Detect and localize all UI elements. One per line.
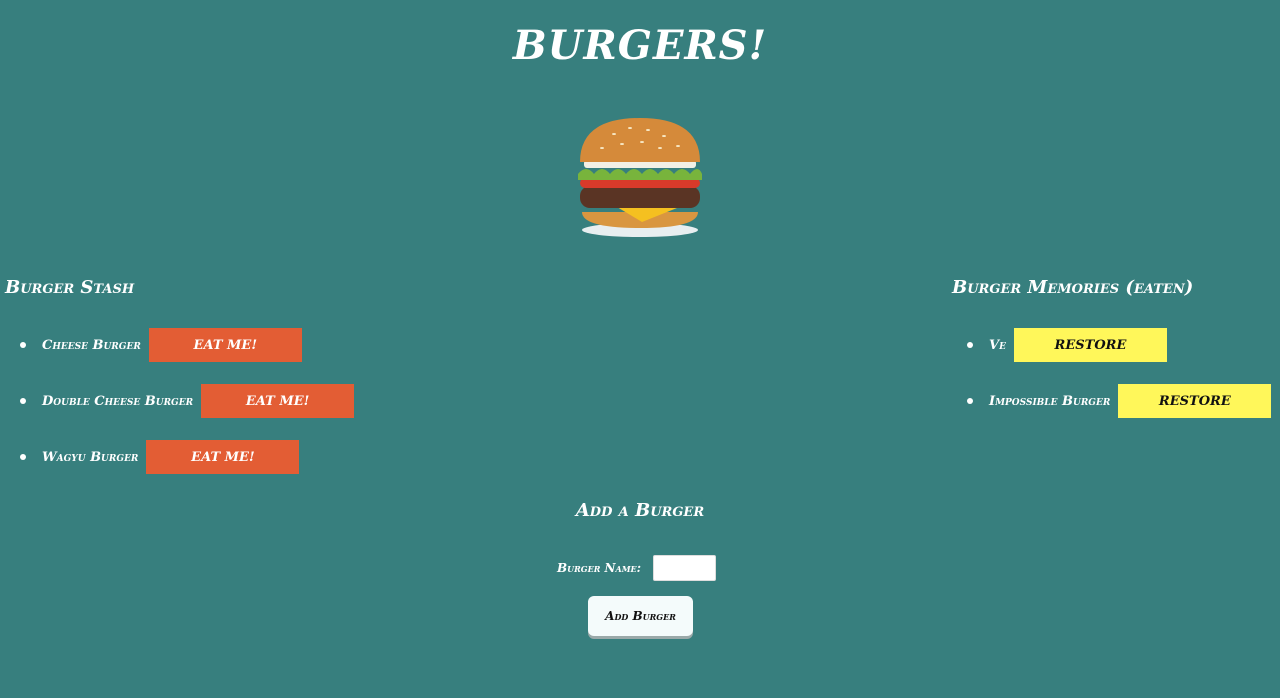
burger-stash-heading: Burger Stash <box>5 277 135 298</box>
bullet-icon <box>967 398 973 404</box>
stash-list-item: Wagyu Burger EAT ME! <box>20 440 354 474</box>
burger-name-input[interactable] <box>653 555 717 581</box>
restore-button[interactable]: RESTORE <box>1118 384 1272 418</box>
burger-name-label: Burger Name: <box>557 561 642 575</box>
stash-list-item: Cheese Burger EAT ME! <box>20 328 354 362</box>
eat-me-button[interactable]: EAT ME! <box>148 328 302 362</box>
stash-item-name: Wagyu Burger <box>42 449 139 465</box>
memories-item-name: Impossible Burger <box>989 393 1111 409</box>
bullet-icon <box>967 342 973 348</box>
restore-button[interactable]: RESTORE <box>1013 328 1167 362</box>
eat-me-button[interactable]: EAT ME! <box>146 440 300 474</box>
bullet-icon <box>20 342 26 348</box>
burger-memories-list: Ve RESTORE Impossible Burger RESTORE <box>967 328 1272 440</box>
bullet-icon <box>20 454 26 460</box>
add-burger-heading: Add a Burger <box>575 500 705 521</box>
stash-item-name: Double Cheese Burger <box>42 393 194 409</box>
burger-memories-heading: Burger Memories (eaten) <box>952 277 1194 298</box>
stash-list-item: Double Cheese Burger EAT ME! <box>20 384 355 418</box>
page: BURGERS! Burger Stash Cheese Burger EAT M… <box>0 0 1280 698</box>
memories-list-item: Impossible Burger RESTORE <box>967 384 1272 418</box>
page-title: BURGERS! <box>512 22 768 69</box>
memories-item-name: Ve <box>989 337 1006 353</box>
burger-image <box>578 118 702 237</box>
add-burger-form: Burger Name: <box>557 555 717 581</box>
add-burger-button[interactable]: Add Burger <box>588 596 693 636</box>
burger-stash-list: Cheese Burger EAT ME! Double Cheese Burger… <box>20 328 355 496</box>
bullet-icon <box>20 398 26 404</box>
eat-me-button[interactable]: EAT ME! <box>201 384 355 418</box>
stash-item-name: Cheese Burger <box>42 337 141 353</box>
memories-list-item: Ve RESTORE <box>967 328 1271 362</box>
